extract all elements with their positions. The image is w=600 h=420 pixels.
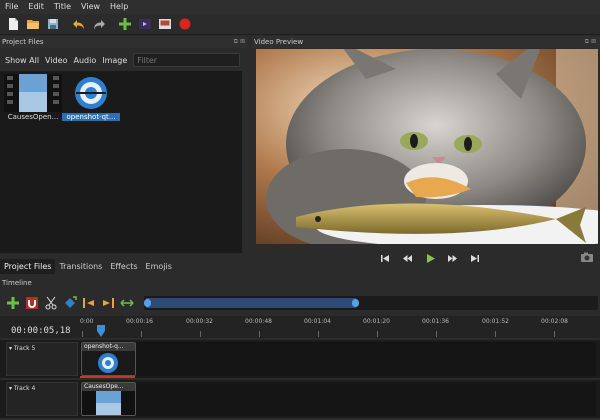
camera-icon[interactable] [580, 251, 594, 263]
video-thumbnail [82, 391, 135, 415]
tab-transitions[interactable]: Transitions [55, 259, 106, 274]
timeline-zoom-slider[interactable] [144, 296, 598, 310]
track-lane[interactable] [80, 382, 596, 416]
filter-input[interactable] [133, 53, 241, 67]
filter-image[interactable]: Image [99, 56, 130, 65]
dock-controls-icon[interactable]: ⧉ ⊠ [585, 36, 596, 48]
razor-icon[interactable] [42, 295, 59, 312]
clip-label: openshot-q... [84, 343, 124, 350]
file-item-openshot-qt[interactable]: openshot-qt... [62, 74, 120, 121]
open-project-icon[interactable] [24, 16, 41, 33]
choose-profile-icon[interactable] [136, 16, 153, 33]
tick-mark [377, 331, 378, 337]
save-project-icon[interactable] [44, 16, 61, 33]
timeline-title: Timeline [2, 279, 32, 287]
add-marker-icon[interactable] [61, 295, 78, 312]
playhead-marker[interactable] [97, 325, 105, 337]
export-video-icon[interactable] [176, 16, 193, 33]
track-row: ▾ Track 4 CausesOpe... [0, 380, 600, 418]
track-lane[interactable] [80, 342, 596, 376]
track-header[interactable]: ▾ Track 4 [6, 382, 78, 416]
track-name: Track 4 [13, 385, 36, 392]
new-project-icon[interactable] [4, 16, 21, 33]
openshot-logo-thumbnail [82, 351, 135, 375]
timeline-clip[interactable]: openshot-q... [81, 342, 136, 376]
tick-label: 00:02:08 [541, 318, 568, 325]
dock-controls-icon[interactable]: ⧉ ⊠ [234, 36, 245, 48]
project-files-title: Project Files [2, 38, 44, 46]
openshot-logo-thumbnail [62, 74, 120, 112]
video-preview-header: Video Preview ⧉ ⊠ [252, 36, 600, 48]
tick-label: 00:01:20 [363, 318, 390, 325]
menu-file[interactable]: File [0, 0, 23, 14]
jump-start-icon[interactable] [380, 253, 391, 264]
add-track-icon[interactable] [4, 295, 21, 312]
tab-project-files[interactable]: Project Files [0, 259, 56, 274]
project-files-list[interactable]: CausesOpen... openshot-qt... [0, 71, 242, 253]
tab-emojis[interactable]: Emojis [142, 259, 176, 274]
tick-label: 00:00:16 [126, 318, 153, 325]
video-thumbnail [4, 74, 62, 112]
track-header[interactable]: ▾ Track 5 [6, 342, 78, 376]
bottom-tabs: Project Files Transitions Effects Emojis [0, 259, 248, 274]
previous-marker-icon[interactable] [80, 295, 97, 312]
tab-effects[interactable]: Effects [106, 259, 141, 274]
filter-audio[interactable]: Audio [70, 56, 99, 65]
import-files-icon[interactable] [116, 16, 133, 33]
center-timeline-icon[interactable] [118, 295, 135, 312]
menu-title[interactable]: Title [49, 0, 76, 14]
tick-mark [259, 331, 260, 337]
tick-mark [82, 331, 83, 337]
undo-icon[interactable] [70, 16, 87, 33]
playback-controls [380, 250, 480, 266]
tick-mark [200, 331, 201, 337]
video-preview-title: Video Preview [254, 38, 304, 46]
tick-label: 00:00:48 [245, 318, 272, 325]
jump-end-icon[interactable] [469, 253, 480, 264]
track-row: ▾ Track 5 openshot-q... [0, 340, 600, 378]
project-files-filter-bar: Show All Video Audio Image [0, 49, 247, 71]
menu-bar: File Edit Title View Help [0, 0, 600, 14]
clip-waveform-line [80, 376, 135, 378]
timecode-display: 00:00:05,18 [11, 326, 71, 336]
tick-mark [495, 331, 496, 337]
play-icon[interactable] [425, 253, 436, 264]
tick-mark [141, 331, 142, 337]
tick-label: 00:00:32 [186, 318, 213, 325]
tick-label: 0:00 [80, 318, 94, 325]
fast-forward-icon[interactable] [447, 253, 458, 264]
timeline-header: Timeline [0, 277, 600, 289]
menu-view[interactable]: View [76, 0, 105, 14]
zoom-handle-right[interactable] [352, 299, 359, 307]
filter-video[interactable]: Video [42, 56, 70, 65]
main-toolbar [0, 14, 600, 35]
video-preview-frame [256, 49, 598, 244]
filter-show-all[interactable]: Show All [2, 56, 42, 65]
timeline-clip[interactable]: CausesOpe... [81, 382, 136, 416]
menu-edit[interactable]: Edit [23, 0, 49, 14]
file-item-causes-open[interactable]: CausesOpen... [4, 74, 62, 121]
snapping-icon[interactable] [23, 295, 40, 312]
project-files-header: Project Files ⧉ ⊠ [0, 36, 247, 48]
file-item-label: openshot-qt... [62, 113, 120, 121]
cat-eating-fish-image [256, 49, 598, 244]
zoom-handle-left[interactable] [144, 299, 151, 307]
rewind-icon[interactable] [402, 253, 413, 264]
menu-help[interactable]: Help [105, 0, 133, 14]
tick-label: 00:01:36 [422, 318, 449, 325]
track-name: Track 5 [13, 345, 36, 352]
tick-mark [554, 331, 555, 337]
tick-mark [318, 331, 319, 337]
redo-icon[interactable] [90, 16, 107, 33]
clip-label: CausesOpe... [84, 383, 124, 390]
file-item-label: CausesOpen... [7, 113, 59, 121]
tick-mark [436, 331, 437, 337]
tick-label: 00:01:52 [482, 318, 509, 325]
fullscreen-icon[interactable] [156, 16, 173, 33]
next-marker-icon[interactable] [99, 295, 116, 312]
tick-label: 00:01:04 [304, 318, 331, 325]
zoom-range [146, 298, 356, 308]
